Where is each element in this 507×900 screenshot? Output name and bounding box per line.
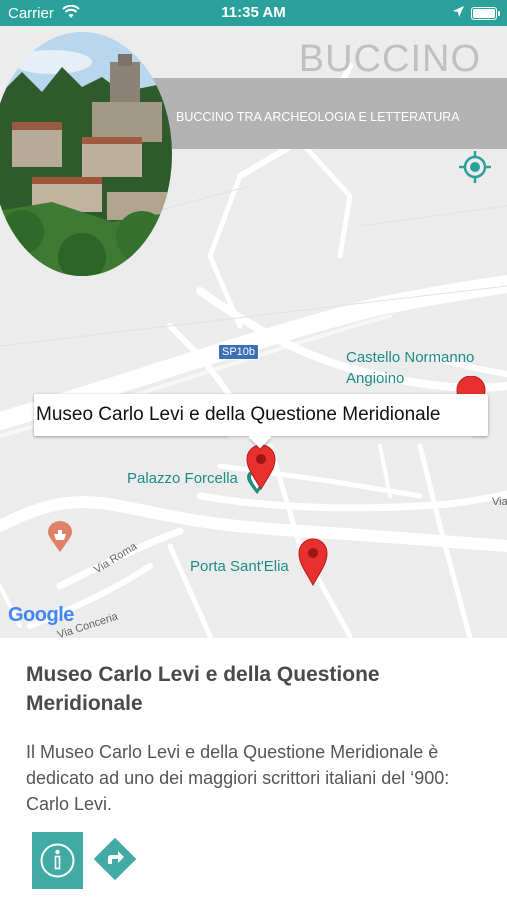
marker-callout[interactable]: Museo Carlo Levi e della Questione Merid…: [34, 394, 488, 436]
map-pin-icon-porta[interactable]: [298, 538, 328, 586]
poi-title: Museo Carlo Levi e della Questione Merid…: [26, 663, 380, 715]
directions-icon[interactable]: [94, 838, 136, 880]
poi-description: Il Museo Carlo Levi e della Questione Me…: [26, 742, 450, 814]
clock: 11:35 AM: [221, 4, 286, 21]
info-button[interactable]: [32, 832, 83, 889]
map-pin-icon-palazzo[interactable]: [246, 444, 276, 490]
road-badge-sp10b: SP10b: [218, 344, 260, 360]
town-photo: [0, 32, 172, 276]
google-attribution[interactable]: Google: [8, 604, 74, 627]
poi-label-palazzo-forcella[interactable]: Palazzo Forcella: [127, 470, 238, 487]
poi-label-porta-santelia[interactable]: Porta Sant'Elia: [190, 558, 289, 575]
location-arrow-icon: [453, 6, 464, 17]
status-bar: Carrier 11:35 AM: [0, 0, 507, 26]
google-logo-text: Google: [8, 604, 74, 626]
battery-icon: [471, 7, 500, 20]
road-label-via: Via: [492, 496, 507, 508]
locate-me-icon[interactable]: [458, 150, 492, 184]
header-title: BUCCINO: [298, 38, 481, 80]
museum-icon[interactable]: [47, 521, 73, 553]
info-icon: [40, 843, 75, 878]
header-subtitle: BUCCINO TRA ARCHEOLOGIA E LETTERATURA: [176, 110, 460, 124]
